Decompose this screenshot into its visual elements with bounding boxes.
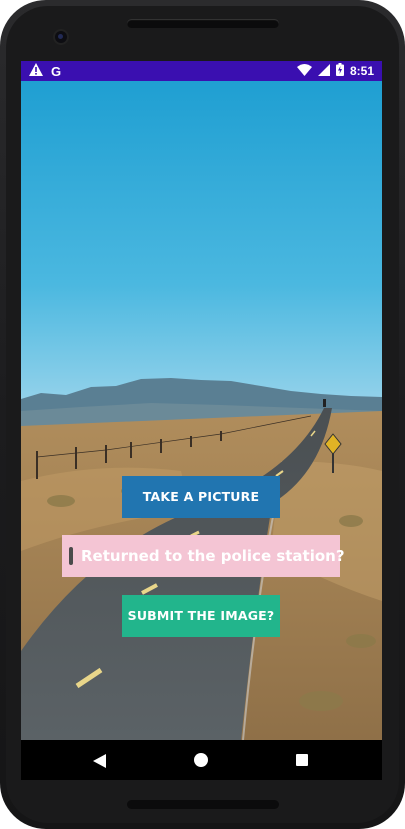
returned-checkbox[interactable] [69, 547, 73, 565]
signal-icon [317, 63, 330, 79]
phone-frame: G 8:51 TAKE A PICTURE Returned to the po… [0, 0, 405, 829]
front-camera [55, 31, 67, 43]
battery-icon [335, 63, 344, 79]
returned-checkbox-label: Returned to the police station? [81, 547, 345, 565]
home-icon[interactable] [194, 753, 208, 767]
google-g-icon: G [51, 63, 62, 79]
warning-icon [29, 63, 43, 79]
navigation-bar [21, 740, 382, 780]
background-photo [21, 81, 382, 740]
submit-image-button[interactable]: SUBMIT THE IMAGE? [122, 595, 280, 637]
screen: G 8:51 TAKE A PICTURE Returned to the po… [21, 61, 382, 780]
returned-checkbox-row[interactable]: Returned to the police station? [62, 535, 345, 577]
status-right: 8:51 [296, 63, 374, 79]
status-time: 8:51 [349, 64, 374, 78]
back-icon[interactable] [93, 753, 106, 772]
wifi-icon [296, 63, 312, 79]
earpiece-speaker [127, 19, 279, 28]
take-picture-button[interactable]: TAKE A PICTURE [122, 476, 280, 518]
status-left: G [29, 63, 61, 79]
status-bar: G 8:51 [21, 61, 382, 81]
recents-icon[interactable] [296, 754, 308, 766]
bottom-speaker [127, 800, 279, 809]
